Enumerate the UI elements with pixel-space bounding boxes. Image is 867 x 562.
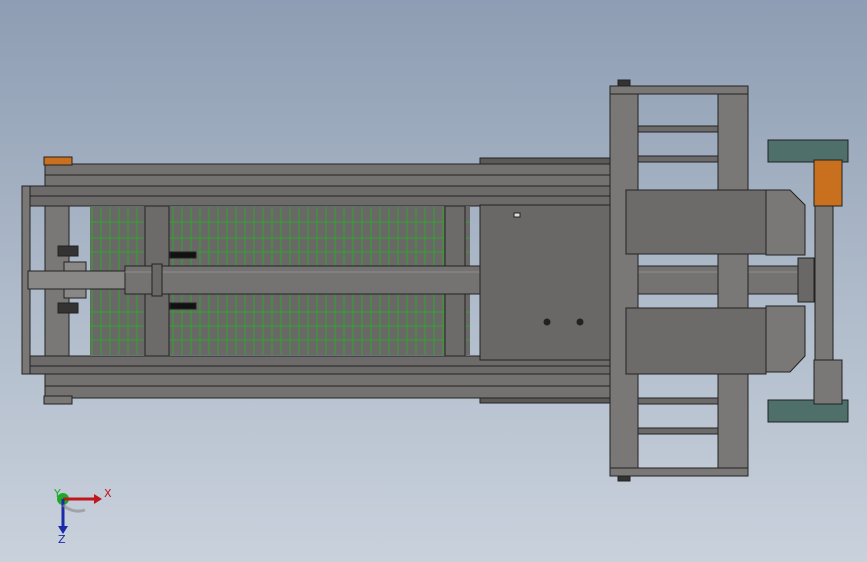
ladder-post-left xyxy=(609,85,639,477)
ladder-rung xyxy=(637,427,719,435)
roller-guide-lower xyxy=(765,305,806,373)
rail-strip xyxy=(479,397,616,404)
ladder-rung xyxy=(637,125,719,133)
plate-hole xyxy=(576,318,584,326)
plate-hole xyxy=(543,318,551,326)
sensor-block xyxy=(169,251,197,259)
ladder-rung xyxy=(637,397,719,405)
orange-bearing-block xyxy=(813,159,843,207)
cad-viewport[interactable]: X Y Z xyxy=(0,0,867,562)
main-shaft-left xyxy=(27,270,129,290)
ladder-cap xyxy=(617,79,631,87)
main-shaft xyxy=(124,265,806,295)
x-axis-label: X xyxy=(104,487,112,500)
right-hub xyxy=(797,257,815,303)
ladder-rung xyxy=(637,155,719,163)
ladder-top-bar xyxy=(609,85,749,95)
block-lower xyxy=(625,307,767,375)
end-cap-bottom-left xyxy=(43,395,73,405)
machine-model[interactable] xyxy=(21,79,849,482)
ladder-bottom-bar xyxy=(609,467,749,477)
plate-slot xyxy=(513,212,521,218)
rail-strip xyxy=(479,157,616,165)
y-axis-label: Y xyxy=(53,487,61,500)
z-axis-label: Z xyxy=(58,533,66,546)
mounting-plate xyxy=(479,204,611,361)
ladder-post-right xyxy=(717,85,749,477)
ladder-cap xyxy=(617,475,631,482)
sensor-block xyxy=(169,302,197,310)
bearing-block xyxy=(813,359,843,405)
triad-arc xyxy=(61,503,86,513)
left-bracket-top xyxy=(57,245,79,257)
belt-roller-top xyxy=(767,139,849,163)
roller-guide-upper xyxy=(765,189,806,256)
left-bracket-bottom xyxy=(57,302,79,314)
block-upper xyxy=(625,189,767,255)
coordinate-triad: X Y Z xyxy=(53,487,112,546)
shaft-clamp xyxy=(151,263,163,297)
x-arrow-head xyxy=(94,494,102,504)
right-end-frame xyxy=(814,189,834,371)
orange-end-cap-top-left xyxy=(43,156,73,166)
